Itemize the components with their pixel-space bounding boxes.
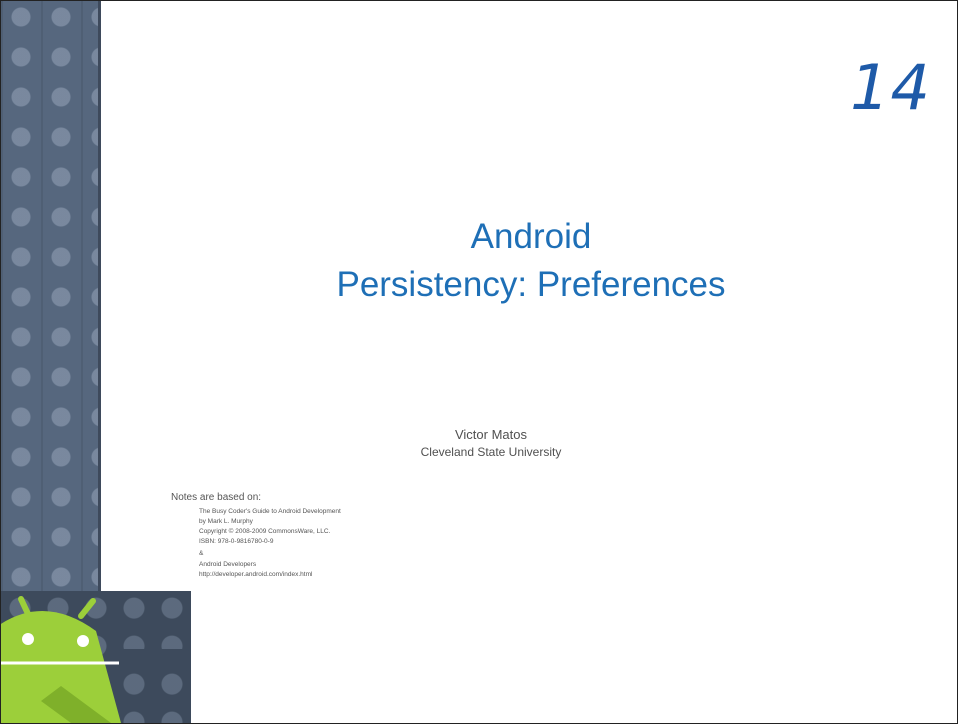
author-name: Victor Matos <box>454 427 527 442</box>
notes-line: Copyright © 2008-2009 CommonsWare, LLC. <box>199 528 331 535</box>
slide-title-line-1: Android <box>470 217 592 256</box>
notes-link[interactable]: http://developer.android.com/index.html <box>199 571 312 578</box>
notes-line: & <box>199 550 204 557</box>
notes-heading: Notes are based on: <box>171 492 262 503</box>
android-robot-icon <box>1 596 121 723</box>
notes-line: by Mark L. Murphy <box>199 518 253 525</box>
slide: 14 Android Persistency: Preferences Vict… <box>0 0 958 724</box>
notes-line: Android Developers <box>199 561 257 568</box>
notes-line: ISBN: 978-0-9816780-0-9 <box>199 538 274 545</box>
author-affiliation: Cleveland State University <box>420 445 562 459</box>
slide-number: 14 <box>850 51 931 124</box>
android-robot-logo <box>1 596 189 723</box>
notes-line: The Busy Coder's Guide to Android Develo… <box>199 508 341 515</box>
slide-title-line-2: Persistency: Preferences <box>336 265 726 304</box>
